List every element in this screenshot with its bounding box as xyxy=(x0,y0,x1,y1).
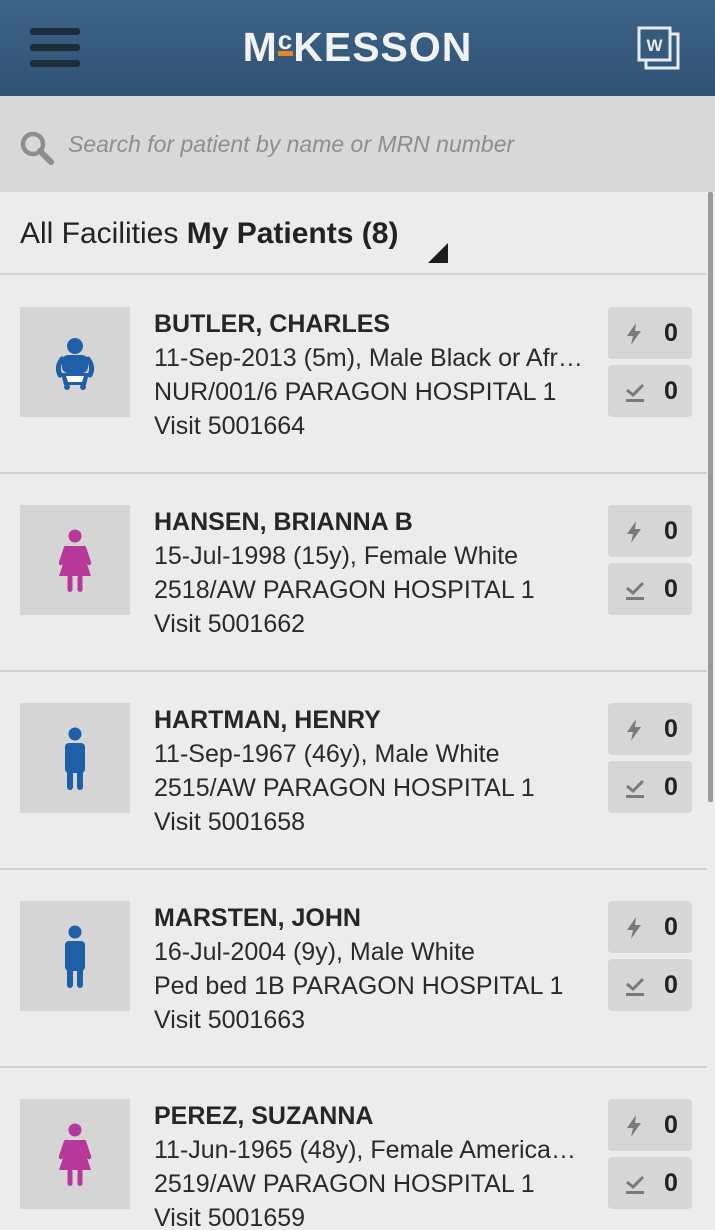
checkmark-icon xyxy=(626,977,645,996)
lightning-icon xyxy=(627,323,641,345)
patient-row[interactable]: HARTMAN, HENRY 11-Sep-1967 (46y), Male W… xyxy=(0,672,707,870)
patient-name: PEREZ, SUZANNA xyxy=(154,1102,374,1130)
patient-name: HARTMAN, HENRY xyxy=(154,706,381,734)
lightning-icon xyxy=(627,1115,641,1137)
infant-icon xyxy=(20,307,130,417)
list-name: My Patients xyxy=(186,217,354,250)
patient-demographics: 11-Jun-1965 (48y), Female American India… xyxy=(154,1136,584,1164)
search-input[interactable] xyxy=(68,124,668,164)
filter-label: All Facilities My Patients (8) xyxy=(20,217,398,251)
dropdown-triangle-icon[interactable] xyxy=(428,243,448,263)
alerts-badge[interactable]: 0 xyxy=(608,703,692,755)
app-header: McKESSON W xyxy=(0,0,715,96)
alerts-badge[interactable]: 0 xyxy=(608,901,692,953)
checkmark-icon xyxy=(626,1175,645,1194)
patient-location: 2518/AW PARAGON HOSPITAL 1 xyxy=(154,576,535,604)
word-document-icon[interactable]: W xyxy=(636,26,682,72)
patient-row[interactable]: PEREZ, SUZANNA 11-Jun-1965 (48y), Female… xyxy=(0,1068,707,1230)
patient-demographics: 16-Jul-2004 (9y), Male White xyxy=(154,938,475,966)
female-icon xyxy=(20,505,130,615)
alerts-count: 0 xyxy=(664,913,678,941)
alerts-count: 0 xyxy=(664,319,678,347)
patient-location: Ped bed 1B PARAGON HOSPITAL 1 xyxy=(154,972,564,1000)
patient-demographics: 11-Sep-2013 (5m), Male Black or African … xyxy=(154,344,584,372)
alerts-badge[interactable]: 0 xyxy=(608,1099,692,1151)
tasks-count: 0 xyxy=(664,575,678,603)
tasks-badge[interactable]: 0 xyxy=(608,365,692,417)
patient-row[interactable]: HANSEN, BRIANNA B 15-Jul-1998 (15y), Fem… xyxy=(0,474,707,672)
alerts-badge[interactable]: 0 xyxy=(608,505,692,557)
patient-row[interactable]: BUTLER, CHARLES 11-Sep-2013 (5m), Male B… xyxy=(0,276,707,474)
tasks-badge[interactable]: 0 xyxy=(608,959,692,1011)
checkmark-icon xyxy=(626,779,645,798)
alerts-count: 0 xyxy=(664,715,678,743)
patient-location: NUR/001/6 PARAGON HOSPITAL 1 xyxy=(154,378,557,406)
patient-demographics: 15-Jul-1998 (15y), Female White xyxy=(154,542,519,570)
mckesson-logo: McKESSON xyxy=(242,24,473,70)
tasks-count: 0 xyxy=(664,377,678,405)
tasks-count: 0 xyxy=(664,773,678,801)
patient-name: MARSTEN, JOHN xyxy=(154,904,361,932)
patient-visit: Visit 5001664 xyxy=(154,412,306,440)
checkmark-icon xyxy=(626,383,645,402)
patient-visit: Visit 5001659 xyxy=(154,1204,306,1230)
svg-text:W: W xyxy=(646,36,663,55)
patient-visit: Visit 5001658 xyxy=(154,808,306,836)
patient-visit: Visit 5001663 xyxy=(154,1006,306,1034)
tasks-count: 0 xyxy=(664,1169,678,1197)
lightning-icon xyxy=(627,719,641,741)
patient-name: BUTLER, CHARLES xyxy=(154,310,391,338)
tasks-badge[interactable]: 0 xyxy=(608,563,692,615)
tasks-badge[interactable]: 0 xyxy=(608,1157,692,1209)
patient-list-filter[interactable]: All Facilities My Patients (8) xyxy=(0,192,707,275)
patient-row[interactable]: MARSTEN, JOHN 16-Jul-2004 (9y), Male Whi… xyxy=(0,870,707,1068)
lightning-icon xyxy=(627,917,641,939)
tasks-count: 0 xyxy=(664,971,678,999)
patient-demographics: 11-Sep-1967 (46y), Male White xyxy=(154,740,500,768)
male-icon xyxy=(20,901,130,1011)
patient-visit: Visit 5001662 xyxy=(154,610,306,638)
patient-location: 2515/AW PARAGON HOSPITAL 1 xyxy=(154,774,535,802)
patient-location: 2519/AW PARAGON HOSPITAL 1 xyxy=(154,1170,535,1198)
alerts-badge[interactable]: 0 xyxy=(608,307,692,359)
female-icon xyxy=(20,1099,130,1209)
checkmark-icon xyxy=(626,581,645,600)
alerts-count: 0 xyxy=(664,517,678,545)
search-icon[interactable] xyxy=(18,129,58,169)
facility-label: All Facilities xyxy=(20,217,179,250)
male-icon xyxy=(20,703,130,813)
lightning-icon xyxy=(627,521,641,543)
patient-count: (8) xyxy=(361,217,399,250)
tasks-badge[interactable]: 0 xyxy=(608,761,692,813)
patient-name: HANSEN, BRIANNA B xyxy=(154,508,413,536)
alerts-count: 0 xyxy=(664,1111,678,1139)
scrollbar[interactable] xyxy=(708,192,713,802)
